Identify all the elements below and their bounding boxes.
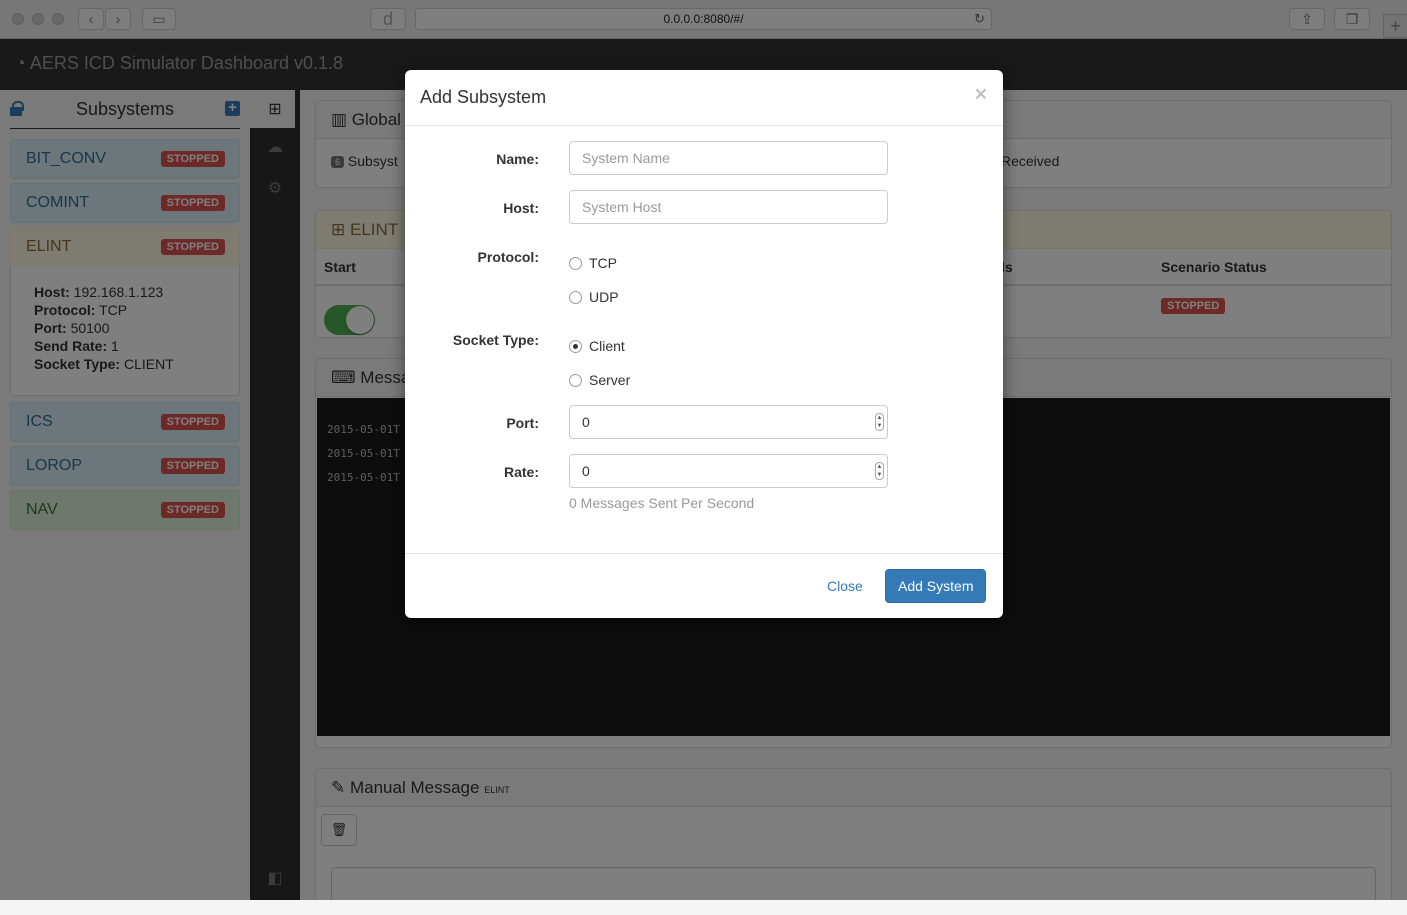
name-label: Name: <box>496 151 539 167</box>
socket-client-radio[interactable] <box>569 340 582 353</box>
port-stepper-icon[interactable]: ▲ ▼ <box>875 413 884 431</box>
rate-help-text: 0 Messages Sent Per Second <box>569 495 755 511</box>
modal-footer: Close Add System <box>405 553 1003 618</box>
host-label: Host: <box>503 200 539 216</box>
protocol-udp-label[interactable]: UDP <box>589 289 619 305</box>
protocol-label: Protocol: <box>477 249 539 265</box>
protocol-udp-radio[interactable] <box>569 291 582 304</box>
window-bottom-edge <box>0 900 1407 915</box>
close-icon[interactable]: × <box>975 84 987 105</box>
name-input[interactable]: System Name <box>569 141 888 175</box>
socket-server-label[interactable]: Server <box>589 372 630 388</box>
socket-server-radio[interactable] <box>569 374 582 387</box>
rate-label: Rate: <box>503 464 539 480</box>
rate-stepper-icon[interactable]: ▲ ▼ <box>875 462 884 480</box>
add-system-button[interactable]: Add System <box>885 569 987 603</box>
protocol-tcp-radio[interactable] <box>569 257 582 270</box>
add-subsystem-modal: Add Subsystem × Name: System Name Host: … <box>405 70 1003 618</box>
modal-title: Add Subsystem <box>420 87 547 107</box>
port-input[interactable]: 0 ▲ ▼ <box>569 405 888 439</box>
modal-header: Add Subsystem × <box>405 70 1003 126</box>
port-label: Port: <box>506 415 539 431</box>
protocol-tcp-label[interactable]: TCP <box>589 255 617 271</box>
rate-input[interactable]: 0 ▲ ▼ <box>569 454 888 488</box>
socket-type-label: Socket Type: <box>452 332 539 348</box>
socket-client-label[interactable]: Client <box>589 338 625 354</box>
host-input[interactable]: System Host <box>569 190 888 224</box>
close-button[interactable]: Close <box>817 569 873 603</box>
